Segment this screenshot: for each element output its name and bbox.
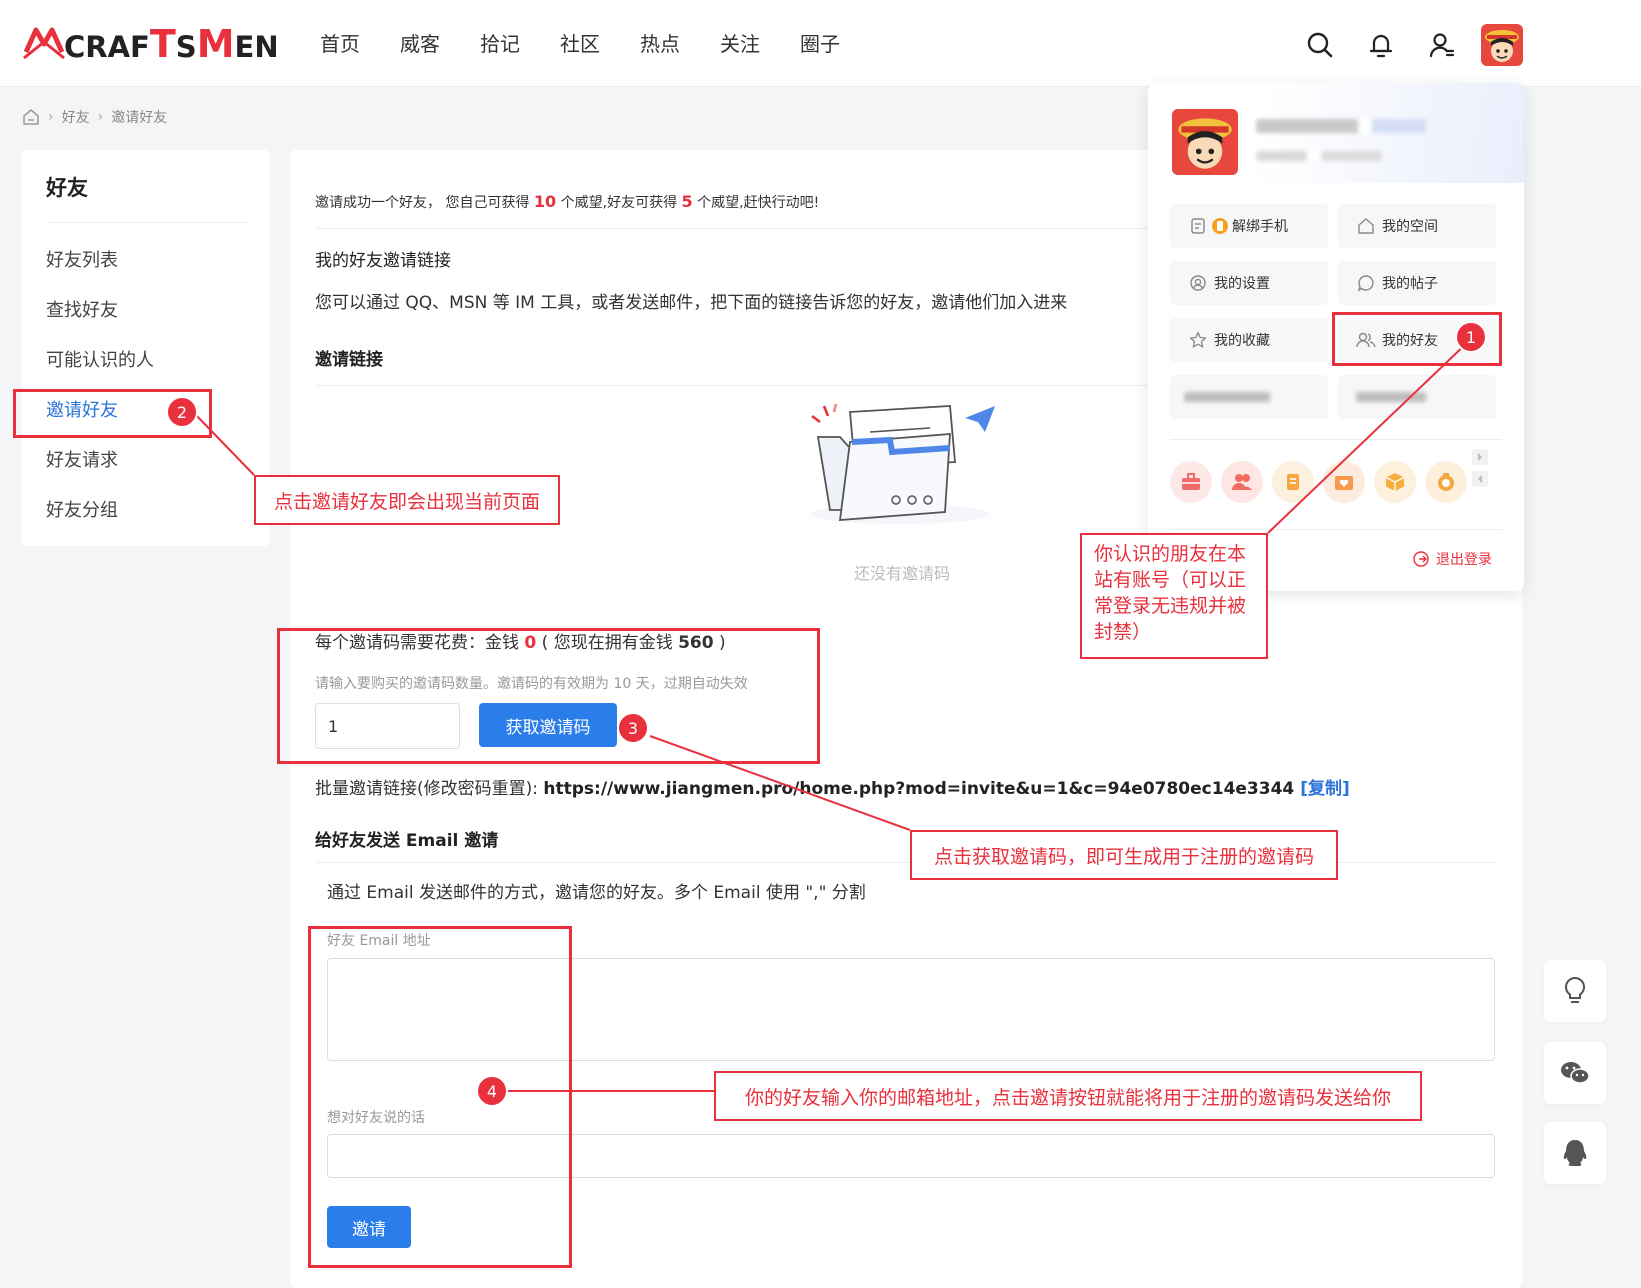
avatar[interactable]	[1481, 24, 1523, 66]
tip-float-button[interactable]	[1544, 960, 1606, 1022]
highlight-get-code	[277, 628, 820, 764]
qq-float-button[interactable]	[1544, 1122, 1606, 1184]
toolbox-icon[interactable]	[1170, 461, 1212, 503]
nav-weike[interactable]: 威客	[400, 28, 480, 57]
email-invite-title: 给好友发送 Email 邀请	[315, 831, 499, 851]
box-icon[interactable]	[1374, 461, 1416, 503]
search-icon[interactable]	[1300, 25, 1340, 65]
star-icon	[1188, 330, 1208, 350]
panel-divider	[1170, 439, 1502, 440]
empty-folder-illustration	[810, 403, 995, 524]
lightbulb-icon	[1564, 976, 1586, 1003]
chat-icon	[1356, 273, 1376, 293]
nav-shiji[interactable]: 拾记	[480, 28, 560, 57]
coin-bag-icon[interactable]	[1425, 461, 1467, 503]
copy-link-button[interactable]: [复制]	[1300, 779, 1350, 799]
settings-icon	[1188, 273, 1208, 293]
top-header: CRAFTSMEN 首页 威客 拾记 社区 热点 关注 圈子	[0, 0, 1641, 87]
sidebar-item-people-you-may-know[interactable]: 可能认识的人	[46, 346, 154, 372]
annotation-note-4: 你的好友输入你的邮箱地址，点击邀请按钮就能将用于注册的邀请码发送给你	[714, 1071, 1422, 1121]
step-badge-2: 2	[166, 396, 198, 428]
panel-avatar[interactable]	[1172, 109, 1238, 175]
user-icon[interactable]	[1422, 25, 1462, 65]
my-settings-button[interactable]: 我的设置	[1170, 261, 1328, 305]
site-logo[interactable]: CRAFTSMEN	[22, 20, 279, 68]
unbind-phone-label: 解绑手机	[1232, 219, 1288, 235]
sidebar-item-friend-requests[interactable]: 好友请求	[46, 446, 118, 472]
empty-state-text: 还没有邀请码	[854, 564, 951, 583]
header-actions	[1300, 24, 1523, 66]
batch-invite-link: 批量邀请链接(修改密码重置): https://www.jiangmen.pro…	[315, 779, 1350, 799]
my-posts-button[interactable]: 我的帖子	[1338, 261, 1496, 305]
panel-divider	[1170, 529, 1502, 530]
annotation-note-2: 点击邀请好友即会出现当前页面	[254, 475, 560, 525]
wechat-icon	[1561, 1062, 1590, 1084]
my-posts-label: 我的帖子	[1382, 276, 1438, 292]
invite-link-title: 邀请链接	[315, 350, 383, 370]
my-favorites-button[interactable]: 我的收藏	[1170, 318, 1328, 362]
nav-hot[interactable]: 热点	[640, 28, 720, 57]
logo-mark-icon	[23, 27, 65, 60]
breadcrumb-separator: ›	[48, 109, 54, 125]
logout-icon	[1413, 551, 1429, 567]
blurred-username	[1256, 119, 1426, 133]
breadcrumb-friends[interactable]: 好友	[62, 107, 90, 127]
bell-icon[interactable]	[1361, 25, 1401, 65]
prev-arrow-icon[interactable]	[1472, 471, 1488, 487]
highlight-email-invite	[308, 926, 572, 1268]
breadcrumb-separator: ›	[97, 109, 104, 125]
nav-circle[interactable]: 圈子	[800, 28, 880, 57]
blurred-user-info	[1256, 151, 1382, 161]
main-nav: 首页 威客 拾记 社区 热点 关注 圈子	[320, 28, 880, 57]
step-badge-4: 4	[476, 1075, 508, 1107]
my-invite-link-title: 我的好友邀请链接	[315, 251, 451, 271]
step-badge-3: 3	[617, 712, 649, 744]
my-space-label: 我的空间	[1382, 219, 1438, 235]
batch-invite-url: https://www.jiangmen.pro/home.php?mod=in…	[543, 779, 1295, 799]
friends-sidebar: 好友 好友列表 查找好友 可能认识的人 邀请好友 好友请求 好友分组	[22, 150, 270, 546]
nav-community[interactable]: 社区	[560, 28, 640, 57]
email-invite-desc: 通过 Email 发送邮件的方式，邀请您的好友。多个 Email 使用 "," …	[327, 883, 866, 903]
my-favorites-label: 我的收藏	[1214, 333, 1270, 349]
home-icon	[1356, 216, 1376, 236]
nav-home[interactable]: 首页	[320, 28, 400, 57]
home-icon[interactable]	[22, 108, 40, 126]
sidebar-item-friend-list[interactable]: 好友列表	[46, 246, 118, 272]
my-space-button[interactable]: 我的空间	[1338, 204, 1496, 248]
my-invite-link-desc: 您可以通过 QQ、MSN 等 IM 工具，或者发送邮件，把下面的链接告诉您的好友…	[315, 293, 1068, 313]
wechat-float-button[interactable]	[1544, 1042, 1606, 1104]
group-icon[interactable]	[1221, 461, 1263, 503]
sidebar-title: 好友	[46, 176, 88, 200]
blurred-menu-item	[1170, 375, 1328, 419]
heart-folder-icon[interactable]	[1323, 461, 1365, 503]
next-arrow-icon[interactable]	[1472, 449, 1488, 465]
sidebar-item-friend-groups[interactable]: 好友分组	[46, 496, 118, 522]
note-icon[interactable]	[1272, 461, 1314, 503]
panel-shortcuts	[1170, 461, 1476, 503]
unbind-phone-button[interactable]: 解绑手机	[1170, 204, 1328, 248]
logout-label: 退出登录	[1436, 552, 1492, 568]
logo-text: CRAFTSMEN	[64, 22, 279, 66]
blurred-menu-item	[1338, 375, 1496, 419]
nav-follow[interactable]: 关注	[720, 28, 800, 57]
logout-button[interactable]: 退出登录	[1412, 549, 1492, 569]
mobile-badge-icon	[1210, 216, 1230, 236]
step-badge-1: 1	[1455, 321, 1487, 353]
invite-reward-tip: 邀请成功一个好友， 您自己可获得 10 个威望,好友可获得 5 个威望,赶快行动…	[315, 192, 820, 211]
breadcrumb-invite: 邀请好友	[111, 110, 168, 126]
phone-icon	[1188, 216, 1208, 236]
sidebar-item-find-friends[interactable]: 查找好友	[46, 296, 118, 322]
annotation-note-1: 你认识的朋友在本站有账号（可以正常登录无违规并被封禁）	[1080, 533, 1268, 659]
my-settings-label: 我的设置	[1214, 276, 1270, 292]
breadcrumb: › 好友 › 邀请好友	[22, 107, 167, 127]
qq-icon	[1563, 1140, 1587, 1166]
annotation-note-3: 点击获取邀请码，即可生成用于注册的邀请码	[910, 830, 1338, 880]
sidebar-divider	[46, 222, 248, 223]
